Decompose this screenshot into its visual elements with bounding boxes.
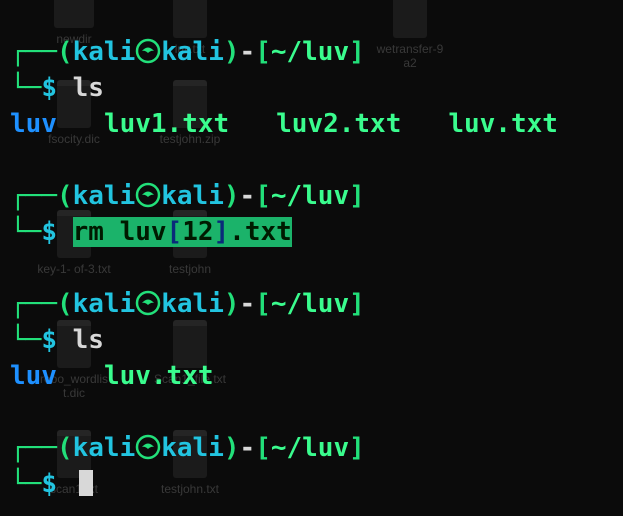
prompt-sigil: $ — [41, 217, 57, 247]
command-text: ls — [73, 325, 104, 355]
prompt-user: kali — [73, 37, 136, 67]
prompt-user: kali — [73, 433, 136, 463]
ls-file: luv2.txt — [276, 109, 401, 139]
prompt-host: kali — [161, 289, 224, 319]
prompt-host: kali — [161, 181, 224, 211]
kali-logo-icon — [135, 289, 161, 319]
ls-dir: luv — [10, 361, 57, 391]
prompt-host: kali — [161, 433, 224, 463]
prompt-cwd: ~/luv — [271, 433, 349, 463]
command-output: luv luv1.txt luv2.txt luv.txt — [0, 106, 623, 142]
kali-logo-icon — [135, 37, 161, 67]
prompt-cwd: ~/luv — [271, 37, 349, 67]
prompt-sigil: $ — [41, 73, 57, 103]
ls-file: luv1.txt — [104, 109, 229, 139]
terminal-cursor — [79, 470, 93, 496]
prompt-user: kali — [73, 289, 136, 319]
prompt-host: kali — [161, 37, 224, 67]
prompt-sigil: $ — [41, 325, 57, 355]
prompt-sigil: $ — [41, 469, 57, 499]
command-text: rm luv — [73, 217, 167, 247]
command-output: luv luv.txt — [0, 358, 623, 394]
ls-file: luv.txt — [448, 109, 558, 139]
terminal[interactable]: ┌──(kalikali)-[~/luv]└─$ lsluv luv1.txt … — [0, 0, 623, 516]
prompt-cwd: ~/luv — [271, 181, 349, 211]
kali-logo-icon — [135, 181, 161, 211]
ls-dir: luv — [10, 109, 57, 139]
ls-file: luv.txt — [104, 361, 214, 391]
prompt-user: kali — [73, 181, 136, 211]
kali-logo-icon — [135, 433, 161, 463]
command-text: ls — [73, 73, 104, 103]
prompt-cwd: ~/luv — [271, 289, 349, 319]
